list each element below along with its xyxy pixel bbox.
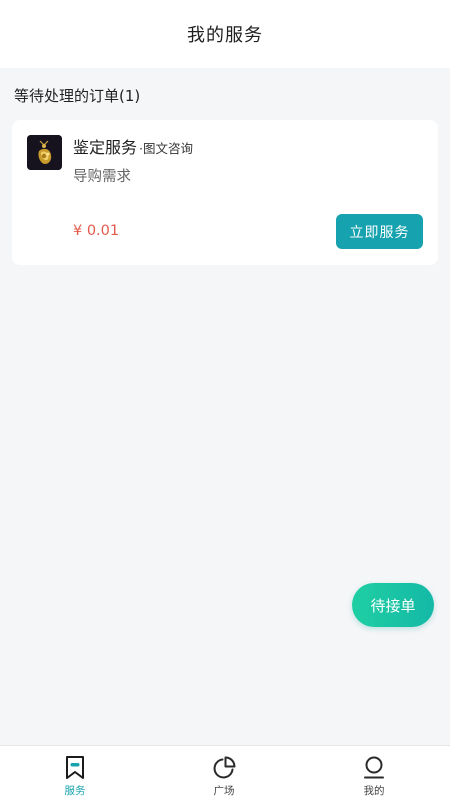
- service-description: 导购需求: [73, 169, 131, 185]
- service-type: ·图文咨询: [139, 141, 193, 156]
- gold-pendant-image: [27, 135, 62, 170]
- user-icon: [361, 755, 387, 781]
- page-title: 我的服务: [187, 25, 263, 46]
- tab-square-label: 广场: [213, 785, 235, 797]
- serve-now-button[interactable]: 立即服务: [336, 214, 423, 249]
- pending-orders-title: 等待处理的订单(1): [14, 87, 141, 105]
- tab-mine-label: 我的: [363, 785, 385, 797]
- bookmark-icon: [62, 755, 88, 781]
- app-root: 我的服务 等待处理的订单(1) 鉴定服务 ·图文咨询 导购需求 ¥ 0.01 立…: [0, 0, 450, 800]
- service-name: 鉴定服务: [73, 138, 138, 157]
- order-card[interactable]: 鉴定服务 ·图文咨询 导购需求 ¥ 0.01 立即服务: [12, 120, 438, 265]
- pending-accept-button[interactable]: 待接单: [352, 583, 434, 627]
- order-price: ¥ 0.01: [73, 223, 120, 239]
- tab-mine[interactable]: 我的: [329, 746, 419, 800]
- tab-square[interactable]: 广场: [179, 746, 269, 800]
- tab-service-label: 服务: [64, 785, 86, 797]
- service-title: 鉴定服务 ·图文咨询: [73, 134, 193, 158]
- product-thumbnail: [27, 135, 62, 170]
- bottom-tab-bar: 服务 广场 我的: [0, 745, 450, 800]
- pie-chart-icon: [211, 755, 237, 781]
- tab-service[interactable]: 服务: [30, 746, 120, 800]
- header-bar: 我的服务: [0, 0, 450, 68]
